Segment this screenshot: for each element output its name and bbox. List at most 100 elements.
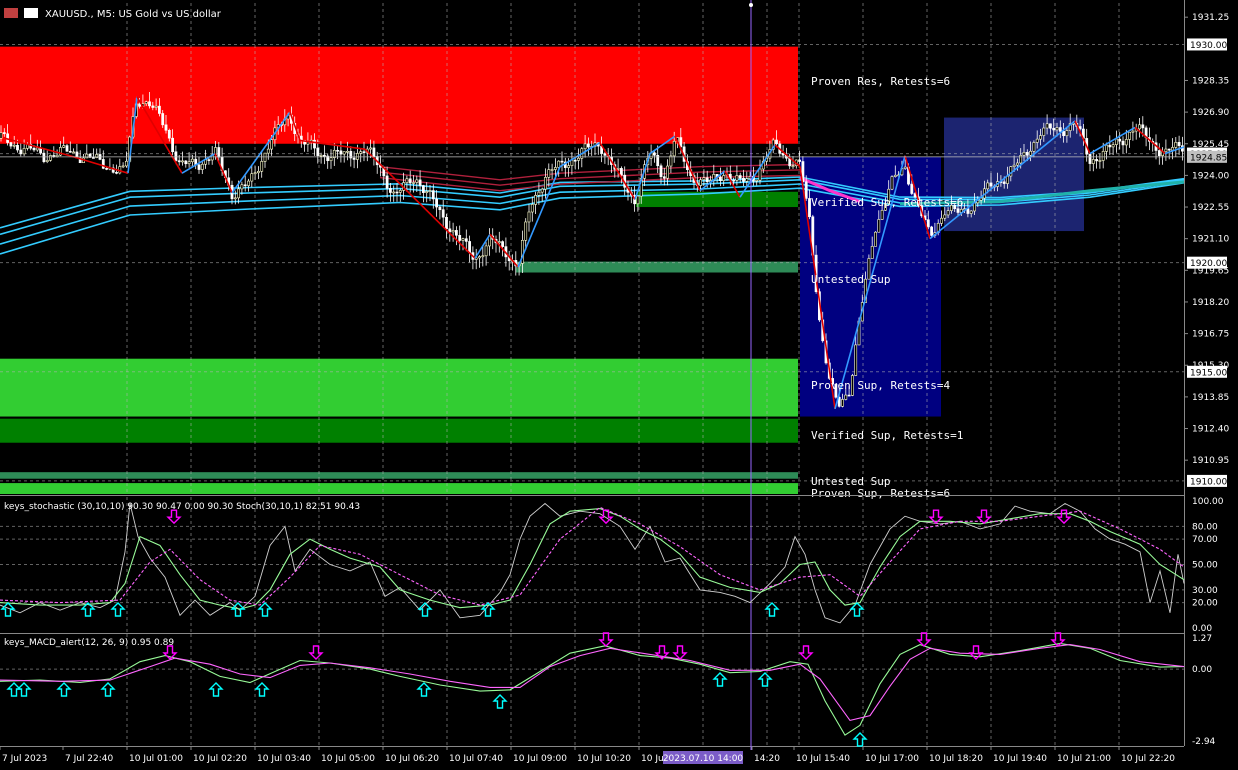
price-tick-label: 1922.55 bbox=[1192, 203, 1229, 213]
candle bbox=[659, 165, 663, 177]
candle bbox=[662, 176, 666, 179]
candle bbox=[841, 399, 844, 407]
time-tick-label: 10 Jul 17:00 bbox=[865, 754, 919, 764]
time-tick-label: 7 Jul 22:40 bbox=[65, 754, 114, 764]
zone-support bbox=[636, 191, 798, 208]
candle bbox=[1091, 159, 1095, 164]
candle bbox=[151, 105, 155, 108]
candle bbox=[55, 154, 59, 157]
candle bbox=[352, 157, 356, 160]
candle bbox=[1032, 142, 1036, 152]
candle bbox=[1157, 150, 1161, 157]
candle bbox=[1042, 127, 1046, 136]
time-tick-label: 10 Jul 07:40 bbox=[449, 754, 503, 764]
candle bbox=[1108, 144, 1112, 148]
candle bbox=[910, 183, 914, 194]
candle bbox=[1058, 127, 1062, 132]
candle bbox=[184, 160, 188, 165]
candle bbox=[62, 145, 66, 148]
zone-label: Proven Res, Retests=6 bbox=[811, 75, 950, 88]
price-tick-label: 1926.90 bbox=[1192, 108, 1229, 118]
candle bbox=[577, 157, 580, 161]
price-tick-label: 1918.20 bbox=[1192, 298, 1229, 308]
candle bbox=[438, 206, 442, 211]
trading-chart[interactable]: Proven Res, Retests=6 Verified Sup, Retes… bbox=[0, 0, 1238, 766]
candle bbox=[1002, 181, 1006, 184]
candle bbox=[105, 168, 109, 170]
price-tick-label: 1912.40 bbox=[1192, 425, 1229, 435]
time-tick-label: 10 Jul 21:00 bbox=[1057, 754, 1111, 764]
candle bbox=[148, 101, 151, 107]
candle bbox=[1015, 162, 1019, 166]
candle bbox=[405, 178, 409, 183]
candle bbox=[718, 176, 722, 181]
candle bbox=[1164, 148, 1168, 153]
candle bbox=[672, 140, 676, 157]
candle bbox=[874, 231, 877, 247]
zone-support bbox=[516, 261, 798, 273]
candle bbox=[240, 184, 244, 190]
candle bbox=[339, 150, 343, 155]
candle bbox=[940, 217, 943, 224]
candle bbox=[1045, 123, 1049, 129]
candle bbox=[567, 165, 571, 168]
candle bbox=[191, 158, 194, 163]
price-level-label: 1915.00 bbox=[1190, 368, 1227, 378]
candle bbox=[1118, 138, 1122, 142]
candle bbox=[35, 147, 39, 151]
zone-label: Proven Sup, Retests=4 bbox=[811, 379, 950, 392]
time-tick-label: 10 Jul 02:20 bbox=[193, 754, 247, 764]
candle bbox=[1062, 131, 1066, 137]
candle bbox=[32, 147, 36, 151]
candle bbox=[115, 172, 118, 174]
candle bbox=[1115, 138, 1118, 145]
candle bbox=[1177, 142, 1181, 146]
zone-label: Untested Sup bbox=[811, 273, 890, 286]
zone-support bbox=[0, 358, 798, 417]
candle bbox=[441, 209, 445, 218]
candle bbox=[260, 161, 264, 172]
zone-label: Verified Sup, Retests=6 bbox=[811, 196, 963, 209]
crosshair-marker bbox=[749, 3, 753, 7]
candle bbox=[464, 238, 468, 242]
candle bbox=[1174, 142, 1178, 148]
candle bbox=[524, 221, 528, 241]
candle bbox=[342, 151, 346, 155]
candle bbox=[458, 234, 462, 241]
price-level-label: 1910.00 bbox=[1190, 477, 1227, 487]
stochastic-tick-label: 70.00 bbox=[1192, 535, 1218, 545]
stochastic-title: keys_stochastic (30,10,10) 90.30 90.47 0… bbox=[4, 502, 360, 512]
candle bbox=[1167, 148, 1171, 151]
candle bbox=[1111, 144, 1115, 148]
candle bbox=[49, 155, 52, 161]
candle bbox=[270, 139, 274, 150]
candle bbox=[722, 175, 726, 181]
candle bbox=[742, 177, 745, 182]
time-tick-label: 10 Jul 15:40 bbox=[796, 754, 850, 764]
candle bbox=[1121, 140, 1125, 146]
candle bbox=[702, 177, 706, 181]
candle bbox=[164, 124, 168, 131]
candle bbox=[322, 154, 326, 157]
candle bbox=[969, 210, 973, 214]
candle bbox=[583, 143, 587, 150]
candle bbox=[461, 238, 465, 241]
zone-resistance bbox=[0, 46, 798, 144]
candle bbox=[408, 178, 412, 184]
candle bbox=[854, 344, 858, 376]
candle bbox=[986, 182, 990, 190]
candle bbox=[745, 178, 749, 182]
time-tick-label: 10 Jul 22:20 bbox=[1121, 754, 1175, 764]
candle bbox=[398, 190, 402, 193]
candle bbox=[1039, 135, 1042, 140]
candle bbox=[319, 154, 323, 157]
candle bbox=[177, 160, 181, 163]
candle bbox=[431, 190, 435, 200]
candle bbox=[755, 179, 759, 182]
price-tick-label: 1913.85 bbox=[1192, 393, 1229, 403]
candle bbox=[603, 153, 607, 156]
zone-support bbox=[0, 472, 798, 479]
candle bbox=[616, 168, 620, 170]
macd-tick-label: 1.27 bbox=[1192, 634, 1212, 644]
candle bbox=[738, 175, 742, 179]
